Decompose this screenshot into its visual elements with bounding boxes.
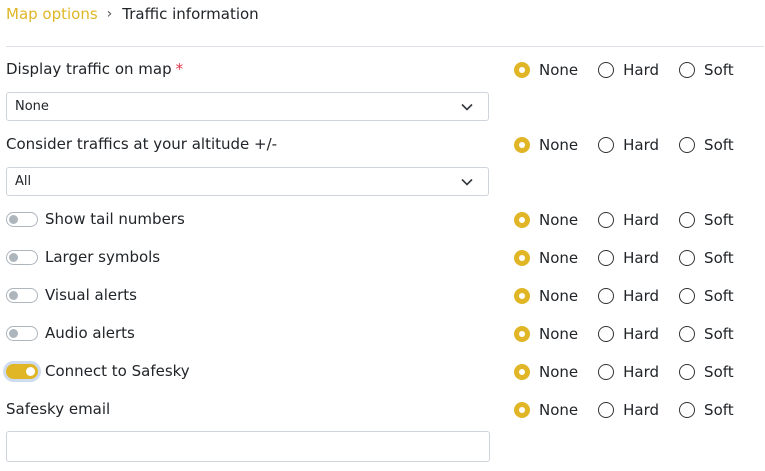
radio-circle[interactable] <box>679 212 696 228</box>
larger-symbols-switch[interactable] <box>6 249 38 265</box>
radio-option-soft[interactable]: Soft <box>679 249 734 267</box>
audio-alerts-label: Audio alerts <box>45 324 135 342</box>
larger-symbols-radio-group: None Hard Soft <box>514 247 734 269</box>
radio-option-soft[interactable]: Soft <box>679 363 734 381</box>
visual-alerts-label: Visual alerts <box>45 286 137 304</box>
safesky-radio-group: None Hard Soft <box>514 361 734 383</box>
altitude-label: Consider traffics at your altitude +/- <box>6 135 278 153</box>
display-traffic-select-value: None <box>15 99 49 114</box>
radio-option-hard[interactable]: Hard <box>598 211 659 229</box>
audio-alerts-toggle-row: Audio alerts <box>6 324 135 342</box>
radio-circle[interactable] <box>514 402 530 418</box>
radio-circle[interactable] <box>514 326 530 342</box>
radio-option-none[interactable]: None <box>514 401 578 419</box>
radio-option-soft[interactable]: Soft <box>679 325 734 343</box>
radio-circle[interactable] <box>598 62 615 78</box>
safesky-switch[interactable] <box>6 363 38 379</box>
radio-circle[interactable] <box>679 288 696 304</box>
tail-numbers-radio-group: None Hard Soft <box>514 209 734 231</box>
altitude-radio-group: None Hard Soft <box>514 134 734 156</box>
safesky-email-radio-group: None Hard Soft <box>514 399 734 421</box>
breadcrumb: Map options › Traffic information <box>6 5 259 23</box>
safesky-email-label: Safesky email <box>6 400 111 418</box>
radio-option-soft[interactable]: Soft <box>679 211 734 229</box>
radio-option-soft[interactable]: Soft <box>679 287 734 305</box>
radio-circle[interactable] <box>598 288 615 304</box>
radio-option-none[interactable]: None <box>514 61 578 79</box>
radio-circle[interactable] <box>514 364 530 380</box>
audio-alerts-switch[interactable] <box>6 325 38 341</box>
radio-circle[interactable] <box>679 364 696 380</box>
radio-option-none[interactable]: None <box>514 325 578 343</box>
switch-knob <box>9 252 18 262</box>
radio-circle[interactable] <box>598 326 615 342</box>
radio-circle[interactable] <box>514 62 530 78</box>
visual-alerts-toggle-row: Visual alerts <box>6 286 137 304</box>
radio-circle[interactable] <box>679 326 696 342</box>
radio-option-soft[interactable]: Soft <box>679 401 734 419</box>
switch-knob <box>9 328 18 338</box>
safesky-email-input[interactable] <box>6 431 490 462</box>
radio-circle[interactable] <box>598 137 615 153</box>
visual-alerts-switch[interactable] <box>6 287 38 303</box>
breadcrumb-link-map-options[interactable]: Map options <box>6 5 98 23</box>
radio-circle[interactable] <box>679 62 696 78</box>
radio-option-soft[interactable]: Soft <box>679 136 734 154</box>
radio-option-none[interactable]: None <box>514 136 578 154</box>
tail-numbers-label: Show tail numbers <box>45 210 185 228</box>
audio-alerts-radio-group: None Hard Soft <box>514 323 734 345</box>
radio-option-hard[interactable]: Hard <box>598 287 659 305</box>
radio-option-none[interactable]: None <box>514 287 578 305</box>
radio-circle[interactable] <box>598 402 615 418</box>
radio-circle[interactable] <box>514 250 530 266</box>
header-divider <box>6 46 764 47</box>
radio-option-none[interactable]: None <box>514 363 578 381</box>
radio-option-hard[interactable]: Hard <box>598 61 659 79</box>
radio-circle[interactable] <box>598 212 615 228</box>
radio-option-hard[interactable]: Hard <box>598 363 659 381</box>
tail-numbers-switch[interactable] <box>6 211 38 227</box>
radio-option-none[interactable]: None <box>514 211 578 229</box>
tail-numbers-toggle-row: Show tail numbers <box>6 210 185 228</box>
chevron-down-icon <box>461 178 473 186</box>
radio-option-hard[interactable]: Hard <box>598 136 659 154</box>
radio-circle[interactable] <box>514 288 530 304</box>
visual-alerts-radio-group: None Hard Soft <box>514 285 734 307</box>
switch-knob <box>26 366 35 376</box>
altitude-select[interactable]: All <box>6 167 489 196</box>
radio-circle[interactable] <box>514 137 530 153</box>
switch-knob <box>9 290 18 300</box>
radio-option-hard[interactable]: Hard <box>598 249 659 267</box>
radio-option-none[interactable]: None <box>514 249 578 267</box>
larger-symbols-toggle-row: Larger symbols <box>6 248 160 266</box>
radio-option-soft[interactable]: Soft <box>679 61 734 79</box>
chevron-down-icon <box>461 103 473 111</box>
larger-symbols-label: Larger symbols <box>45 248 161 266</box>
radio-circle[interactable] <box>514 212 530 228</box>
required-mark: * <box>175 60 184 78</box>
display-traffic-select[interactable]: None <box>6 92 489 121</box>
page-title: Traffic information <box>122 5 259 23</box>
radio-circle[interactable] <box>598 364 615 380</box>
radio-option-hard[interactable]: Hard <box>598 325 659 343</box>
radio-circle[interactable] <box>679 137 696 153</box>
radio-circle[interactable] <box>679 250 696 266</box>
altitude-select-value: All <box>15 174 32 189</box>
display-traffic-radio-group: None Hard Soft <box>514 59 734 81</box>
safesky-toggle-row: Connect to Safesky <box>6 362 190 380</box>
radio-option-hard[interactable]: Hard <box>598 401 659 419</box>
switch-knob <box>9 214 18 224</box>
display-traffic-label: Display traffic on map * <box>6 60 184 78</box>
radio-circle[interactable] <box>679 402 696 418</box>
radio-circle[interactable] <box>598 250 615 266</box>
safesky-label: Connect to Safesky <box>45 362 190 380</box>
breadcrumb-separator: › <box>106 6 113 22</box>
